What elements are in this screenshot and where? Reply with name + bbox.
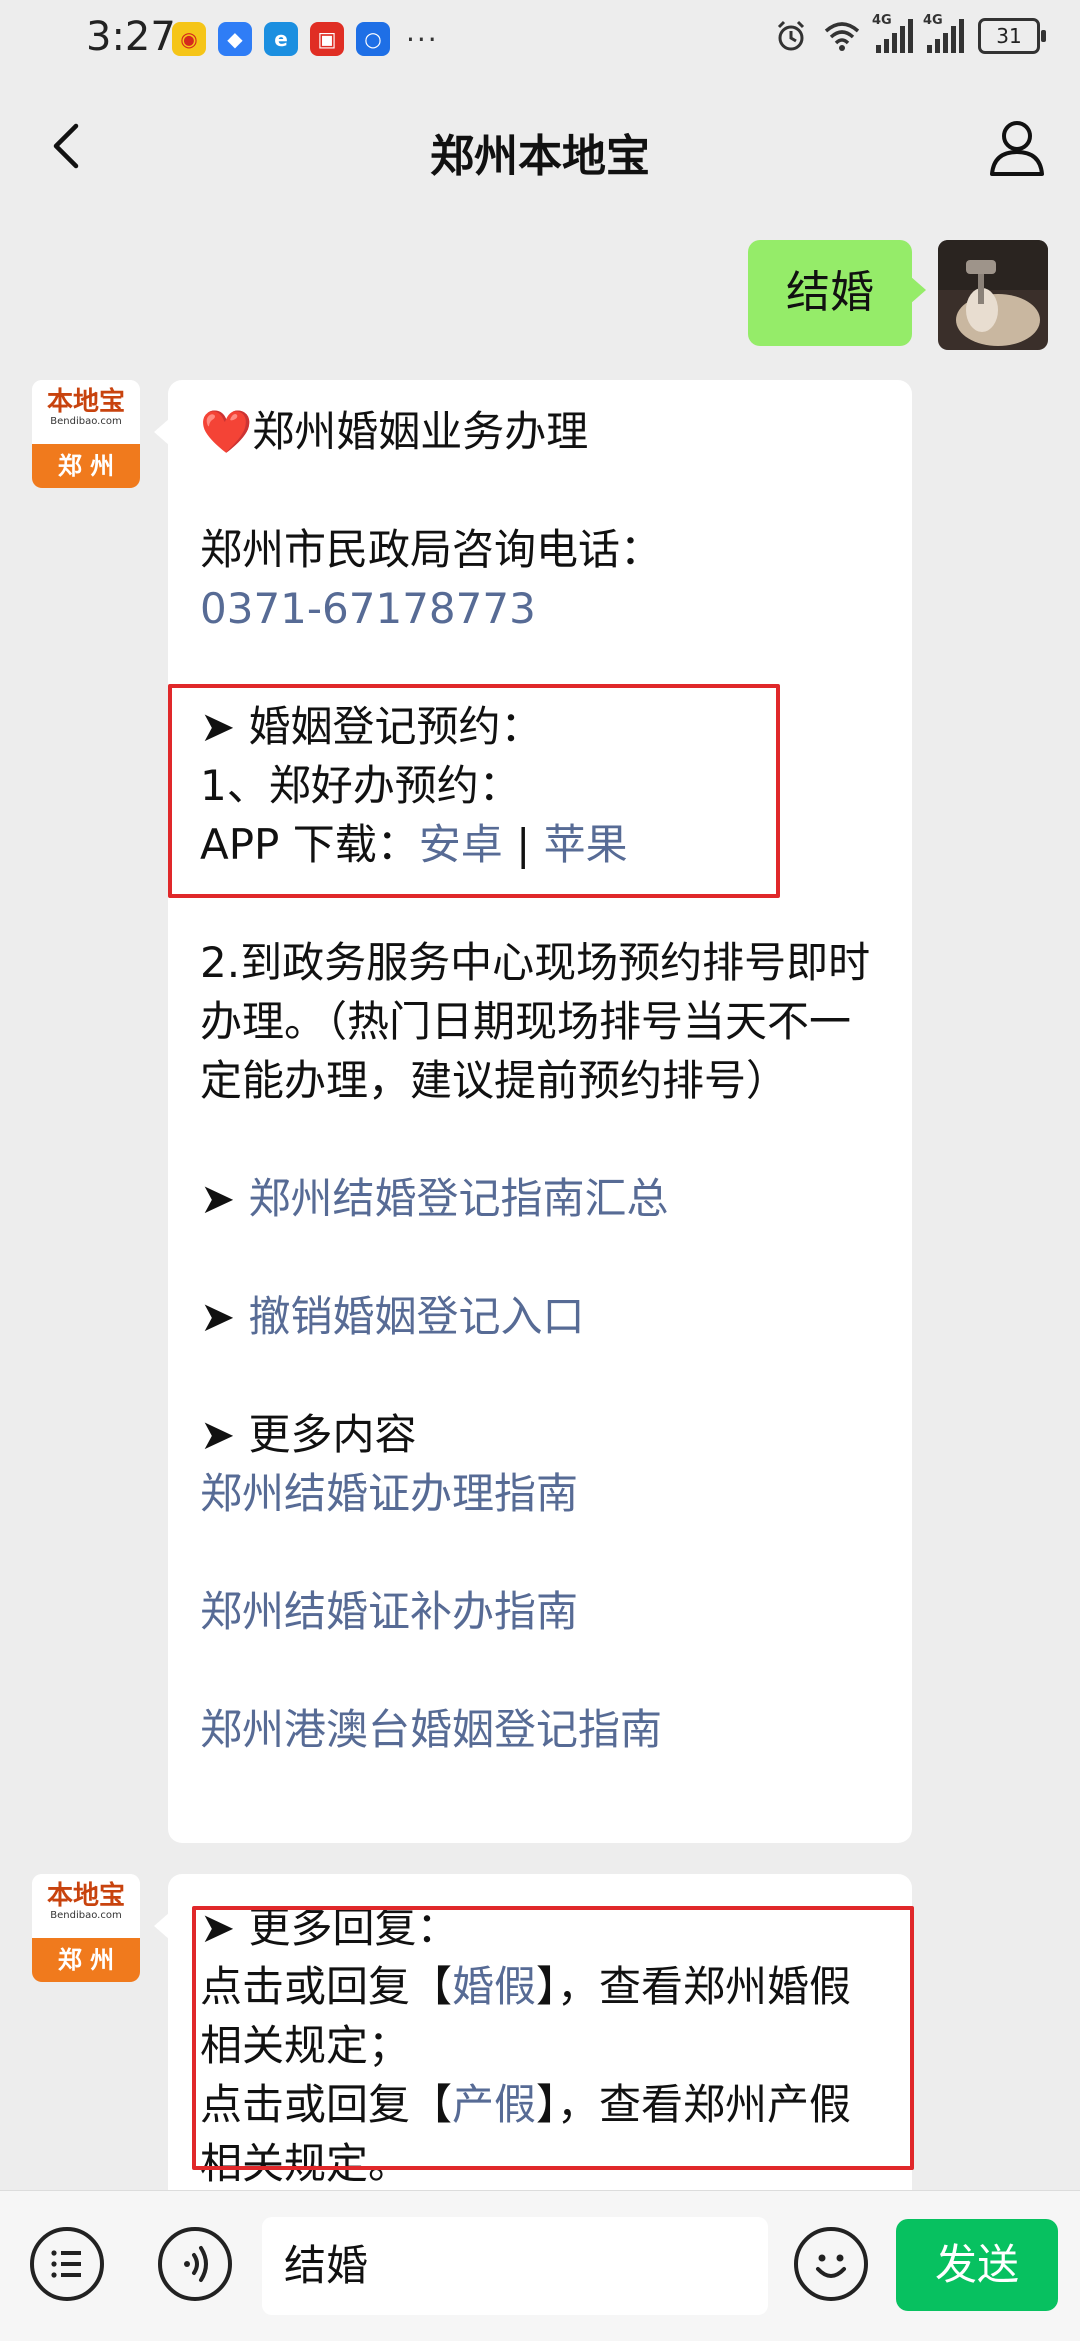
voice-input-button[interactable] <box>158 2227 232 2301</box>
bulb-icon: ○ <box>356 22 390 56</box>
send-button[interactable]: 发送 <box>896 2219 1058 2311</box>
booking-item-1: 1、郑好办预约： <box>200 761 521 810</box>
network-type-1: 4G <box>872 13 892 28</box>
avatar-logo-text: 本地宝 <box>46 1881 125 1911</box>
phone-label: 郑州市民政局咨询电话： <box>200 525 663 574</box>
cancel-row: ➤ 撤销婚姻登记入口 <box>200 1287 878 1346</box>
network-type-2: 4G <box>923 13 943 28</box>
signal-icon-1: 4G <box>872 13 913 53</box>
user-profile-icon[interactable] <box>984 114 1050 180</box>
incoming-message-2: 本地宝 Bendibao.com 郑 州 ➤ 更多回复： 点击或回复【婚假】，查… <box>32 1874 912 2214</box>
avatar-city-label: 郑 州 <box>32 1938 140 1982</box>
user-avatar-image <box>938 240 1048 350</box>
hk-macau-taiwan-guide-link[interactable]: 郑州港澳台婚姻登记指南 <box>200 1700 878 1759</box>
bot-avatar[interactable]: 本地宝 Bendibao.com 郑 州 <box>32 380 140 488</box>
voice-icon <box>184 2246 208 2282</box>
maternity-leave-link[interactable]: 产假 <box>452 2080 536 2129</box>
page-title: 郑州本地宝 <box>430 131 650 182</box>
user-avatar[interactable] <box>938 240 1048 350</box>
wifi-icon <box>824 22 860 51</box>
battery-icon: 31 <box>978 18 1046 54</box>
notification-icons: ◉ ◆ e ▣ ○ ··· <box>172 22 439 56</box>
message-input[interactable]: 结婚 <box>262 2217 768 2315</box>
incoming-message-1: 本地宝 Bendibao.com 郑 州 ❤️郑州婚姻业务办理 郑州市民政局咨询… <box>32 380 912 1843</box>
guide-row: ➤ 郑州结婚登记指南汇总 <box>200 1169 878 1228</box>
marriage-leave-row: 点击或回复【婚假】，查看郑州婚假相关规定； <box>200 1957 878 2075</box>
marriage-leave-link[interactable]: 婚假 <box>452 1962 536 2011</box>
weibo-icon: ◉ <box>172 22 206 56</box>
nav-bar: 郑州本地宝 <box>0 82 1080 212</box>
marriage-guide-link[interactable]: 郑州结婚登记指南汇总 <box>249 1174 669 1223</box>
message-heading: ❤️郑州婚姻业务办理 <box>200 407 589 456</box>
incoming-bubble-2: ➤ 更多回复： 点击或回复【婚假】，查看郑州婚假相关规定； 点击或回复【产假】，… <box>154 1874 912 2214</box>
android-download-link[interactable]: 安卓 <box>419 820 503 869</box>
menu-list-button[interactable] <box>30 2227 104 2301</box>
more-notifications-icon: ··· <box>406 22 439 56</box>
emoji-icon <box>816 2254 846 2278</box>
more-content-heading: ➤ 更多内容 <box>200 1410 417 1459</box>
status-time: 3:27 <box>86 14 176 60</box>
certificate-reissue-link[interactable]: 郑州结婚证补办指南 <box>200 1582 878 1641</box>
app-separator: | <box>502 820 544 869</box>
ios-download-link[interactable]: 苹果 <box>544 820 628 869</box>
certificate-guide-link[interactable]: 郑州结婚证办理指南 <box>200 1464 878 1523</box>
app-download-row: APP 下载：安卓 | 苹果 <box>200 815 878 874</box>
outgoing-bubble[interactable]: 结婚 <box>748 240 926 346</box>
bot-avatar[interactable]: 本地宝 Bendibao.com 郑 州 <box>32 1874 140 1982</box>
avatar-logo-domain: Bendibao.com <box>50 1910 122 1921</box>
browser-icon: e <box>264 22 298 56</box>
list-icon <box>51 2250 81 2278</box>
shield-icon: ◆ <box>218 22 252 56</box>
avatar-logo-domain: Bendibao.com <box>50 416 122 427</box>
booking-item-2: 2.到政务服务中心现场预约排号即时办理。（热门日期现场排号当天不一定能办理，建议… <box>200 938 871 1105</box>
arrow-glyph: ➤ <box>200 1292 249 1341</box>
app-download-label: APP 下载： <box>200 820 419 869</box>
more-replies-heading: ➤ 更多回复： <box>200 1903 459 1952</box>
reply-prefix: 点击或回复【 <box>200 2080 453 2129</box>
arrow-glyph: ➤ <box>200 1174 249 1223</box>
input-bar: 结婚 发送 <box>0 2190 1080 2341</box>
booking-heading: ➤ 婚姻登记预约： <box>200 702 543 751</box>
reply-prefix: 点击或回复【 <box>200 1962 453 2011</box>
outgoing-message: 结婚 <box>748 240 1048 350</box>
shopping-icon: ▣ <box>310 22 344 56</box>
signal-icon-2: 4G <box>923 13 964 53</box>
emoji-button[interactable] <box>794 2227 868 2301</box>
avatar-city-label: 郑 州 <box>32 444 140 488</box>
incoming-bubble-1: ❤️郑州婚姻业务办理 郑州市民政局咨询电话： 0371-67178773 ➤ 婚… <box>154 380 912 1843</box>
maternity-leave-row: 点击或回复【产假】，查看郑州产假相关规定。 <box>200 2075 878 2193</box>
status-bar: 3:27 ◉ ◆ e ▣ ○ ··· 4G 4G 31 <box>0 0 1080 82</box>
avatar-logo-text: 本地宝 <box>46 387 125 417</box>
cancel-registration-link[interactable]: 撤销婚姻登记入口 <box>249 1292 585 1341</box>
phone-link[interactable]: 0371-67178773 <box>200 579 878 638</box>
alarm-icon <box>777 20 805 51</box>
